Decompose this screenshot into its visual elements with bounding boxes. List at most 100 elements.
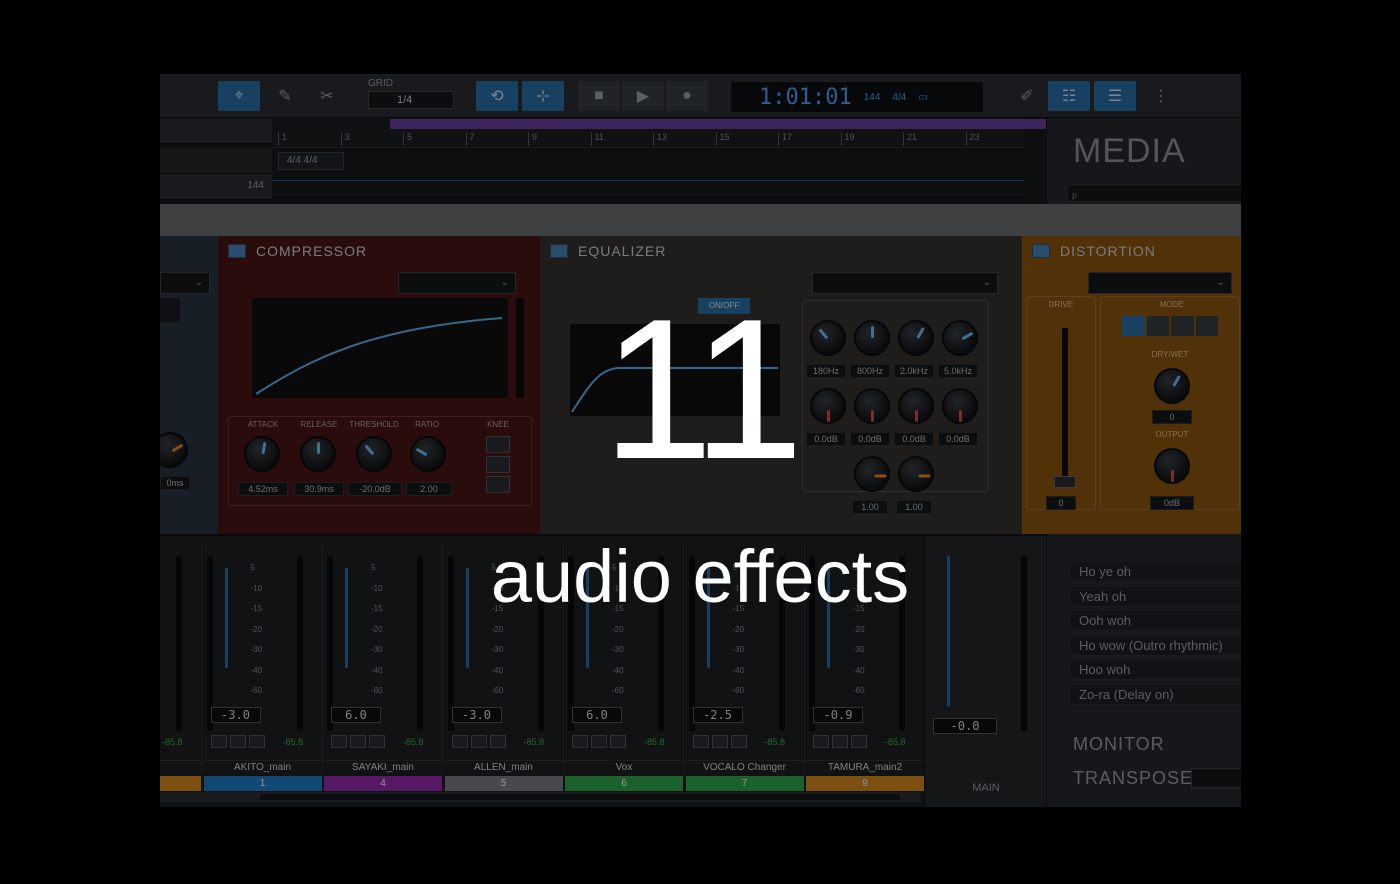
mute-solo-rec-group — [572, 735, 626, 748]
solo-button[interactable] — [229, 735, 246, 748]
mute-button[interactable] — [692, 735, 709, 748]
scale-mark: -60 — [853, 686, 865, 695]
list-view-button[interactable]: ☰ — [1094, 81, 1136, 111]
scale-mark: -30 — [491, 645, 504, 654]
solo-button[interactable] — [350, 735, 366, 748]
play-button[interactable]: ▶ — [622, 81, 664, 111]
volume-value[interactable]: -3.0 — [451, 707, 502, 723]
mute-solo-rec-group — [331, 735, 385, 748]
snap-button[interactable]: ⊹ — [522, 81, 564, 111]
mute-button[interactable] — [813, 735, 829, 748]
mute-solo-rec-group — [451, 735, 506, 748]
scale-mark: -30 — [732, 645, 745, 654]
select-tool-button[interactable]: ⌖ — [218, 81, 260, 111]
record-icon: ● — [682, 87, 692, 104]
time-clock: 1:01:01 — [759, 84, 852, 110]
peak-value: -85.8 — [403, 737, 424, 747]
mute-button[interactable] — [451, 735, 468, 748]
monitor-toggle[interactable] — [1197, 738, 1241, 752]
timeline-ruler[interactable]: 1 3 5 7 9 11 13 15 17 19 21 23 — [272, 118, 1136, 148]
grid-dropdown[interactable]: 1/4 — [368, 91, 454, 109]
solo-button[interactable] — [832, 735, 848, 748]
main-volume[interactable]: -0.0 — [933, 718, 997, 734]
equalizer-enable-toggle[interactable] — [550, 244, 568, 258]
grid-label: GRID — [368, 78, 393, 89]
channel-name[interactable]: Vox — [564, 760, 684, 775]
tempo-value[interactable]: 144 — [864, 92, 881, 103]
marker-item[interactable]: Hoo woh — [1071, 660, 1241, 681]
record-arm-button[interactable] — [851, 735, 867, 748]
transpose-label: TRANSPOSE — [1073, 768, 1194, 788]
marker-item[interactable]: Zo-ra (Delay on) — [1071, 685, 1241, 705]
peak-value: -85.8 — [644, 737, 665, 747]
mixer-scrollbar[interactable] — [160, 792, 920, 802]
volume-value[interactable]: 6.0 — [572, 707, 622, 723]
volume-value[interactable]: -0.9 — [813, 707, 863, 723]
drive-value: 0 — [1046, 496, 1076, 510]
mute-button[interactable] — [572, 735, 588, 748]
channel-number: 9 — [806, 776, 924, 791]
scale-mark: -30 — [853, 645, 865, 654]
solo-button[interactable] — [711, 735, 728, 748]
scale-mark: -20 — [853, 624, 865, 634]
loop-button[interactable]: ⟲ — [476, 81, 518, 111]
solo-button[interactable] — [591, 735, 607, 748]
mixer-view-button[interactable]: ☷ — [1048, 81, 1090, 111]
stop-icon: ■ — [594, 87, 604, 104]
metronome-icon[interactable]: ▭ — [918, 92, 927, 103]
media-search-input[interactable]: p — [1067, 184, 1241, 202]
scissors-tool-button[interactable]: ✂ — [306, 81, 348, 111]
equalizer-title: EQUALIZER — [578, 243, 667, 259]
more-menu-button[interactable]: ⋮ — [1140, 81, 1182, 111]
stop-button[interactable]: ■ — [578, 81, 620, 111]
channel-name[interactable]: SAYAKI_main — [323, 760, 443, 775]
ruler-tick: 15 — [715, 132, 730, 146]
pencil-tool-button[interactable]: ✎ — [264, 81, 306, 111]
monitor-label: MONITOR — [1073, 734, 1165, 754]
volume-value[interactable]: 6.0 — [331, 707, 381, 723]
channel-name[interactable]: ALLEN_main — [443, 760, 564, 775]
overlay-caption: audio effects — [490, 535, 910, 618]
channel-name[interactable]: main — [160, 760, 202, 775]
toolbar: ⌖ ✎ ✂ GRID 1/4 ⟲ ⊹ ■ ▶ ● 1:01:01 144 4/4… — [160, 74, 1241, 118]
mute-button[interactable] — [331, 735, 347, 748]
record-arm-button[interactable] — [369, 735, 385, 748]
time-signature[interactable]: 4/4 — [892, 92, 906, 103]
loop-region[interactable] — [390, 119, 1136, 129]
channel-number: 6 — [565, 776, 683, 791]
ruler-tick: 21 — [903, 132, 917, 146]
compressor-enable-toggle[interactable] — [228, 244, 246, 258]
signature-marker[interactable]: 4/4 4/4 — [278, 152, 344, 170]
volume-value[interactable]: -2.5 — [692, 707, 743, 723]
record-arm-button[interactable] — [610, 735, 626, 748]
panel-divider — [160, 204, 1241, 236]
mute-button[interactable] — [210, 735, 227, 748]
marker-item[interactable]: Ooh woh — [1071, 611, 1241, 632]
peak-value: -85.8 — [885, 737, 906, 747]
channel-name[interactable]: VOCALO Changer — [684, 760, 805, 775]
distortion-enable-toggle[interactable] — [1032, 244, 1050, 258]
ruler-tick: 5 — [403, 132, 412, 146]
scale-mark: -40 — [491, 665, 504, 675]
solo-button[interactable] — [470, 735, 487, 748]
eq-q-value-2: 1.00 — [896, 500, 932, 514]
record-arm-button[interactable] — [489, 735, 506, 748]
mixer-scrollbar-thumb[interactable] — [260, 794, 900, 800]
scale-mark: -40 — [732, 665, 745, 675]
channel-number: 4 — [324, 776, 442, 791]
marker-item[interactable]: Ho wow (Outro rhythmic) — [1071, 635, 1241, 656]
scale-mark: -30 — [612, 645, 624, 654]
record-arm-button[interactable] — [730, 735, 747, 748]
volume-value[interactable]: -3.0 — [210, 707, 261, 723]
edit-button[interactable]: ✐ — [1006, 81, 1048, 111]
output-value: 0dB — [1150, 496, 1194, 510]
record-arm-button[interactable] — [248, 735, 265, 748]
channel-name[interactable]: TAMURA_main2 — [805, 760, 925, 775]
scale-mark: -40 — [853, 665, 865, 675]
record-button[interactable]: ● — [666, 81, 708, 111]
transpose-input[interactable] — [1191, 768, 1241, 788]
more-icon: ⋮ — [1153, 88, 1169, 105]
mute-solo-rec-group — [813, 735, 867, 748]
media-panel: MEDIA p — [1046, 118, 1241, 204]
channel-name[interactable]: AKITO_main — [202, 760, 323, 775]
